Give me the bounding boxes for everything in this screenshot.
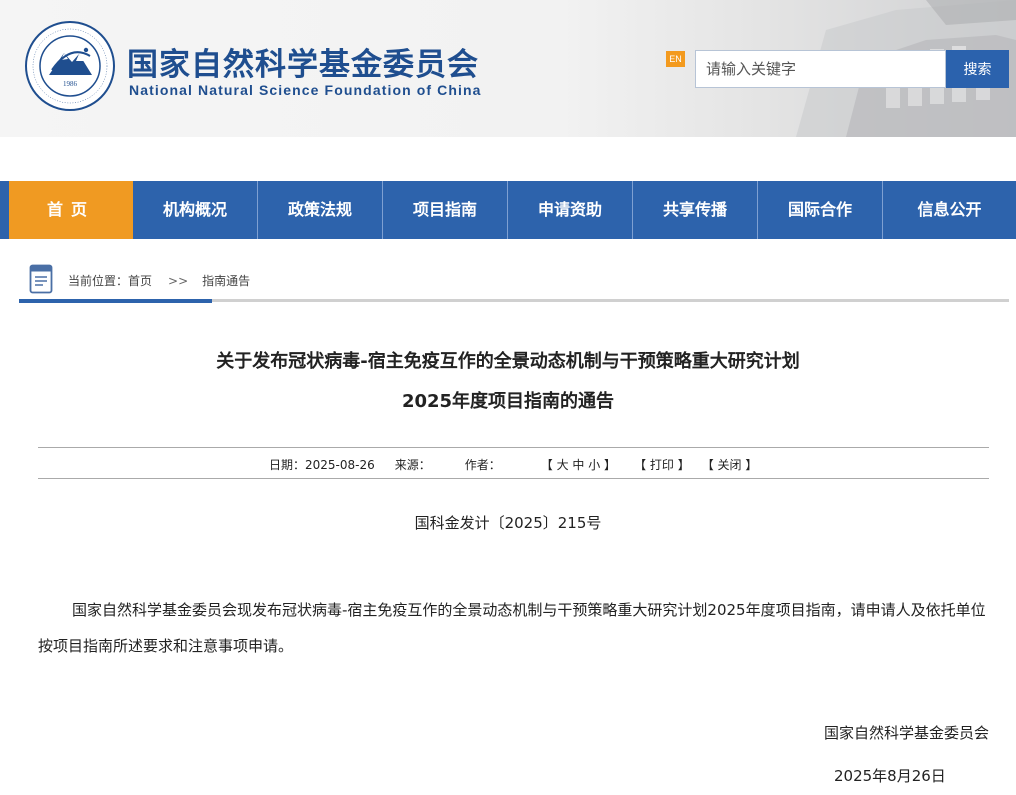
site-header: 1986 国家自然科学基金委员会 National Natural Scienc… — [0, 0, 1016, 137]
breadcrumb: 当前位置：首页 >> 指南通告 — [68, 272, 250, 289]
author-label: 作者： — [464, 458, 501, 472]
nav-item-sharing[interactable]: 共享传播 — [633, 181, 758, 239]
document-number: 国科金发计〔2025〕215号 — [414, 514, 602, 532]
nsfc-logo[interactable]: 1986 — [24, 20, 116, 112]
signature-organization: 国家自然科学基金委员会 — [823, 724, 989, 742]
breadcrumb-prefix: 当前位置： — [68, 274, 129, 288]
article-meta: 日期：2025-08-26 来源： 作者： 【 大 中 小 】 【 打印 】【 关闭 】 — [269, 456, 757, 473]
breadcrumb-home-link[interactable]: 首页 — [128, 274, 152, 288]
logo-year-text: 1986 — [63, 80, 78, 88]
date-label: 日期： — [269, 458, 306, 472]
main-nav: 首页 机构概况 政策法规 项目指南 申请资助 共享传播 国际合作 信息公开 — [0, 181, 1016, 239]
site-title-cn: 国家自然科学基金委员会 — [127, 47, 479, 83]
english-version-button[interactable]: EN — [666, 51, 685, 67]
nav-left-edge — [0, 181, 9, 239]
print-button[interactable]: 【 打印 】 — [634, 456, 690, 473]
source-label: 来源： — [394, 458, 431, 472]
article-body: 国家自然科学基金委员会现发布冠状病毒-宿主免疫互作的全景动态机制与干预策略重大研… — [38, 601, 986, 655]
breadcrumb-divider-accent — [19, 299, 212, 303]
search-button[interactable]: 搜索 — [946, 50, 1009, 88]
nav-item-about[interactable]: 机构概况 — [133, 181, 258, 239]
signature-date: 2025年8月26日 — [834, 767, 946, 785]
breadcrumb-separator: >> — [168, 274, 189, 288]
close-button[interactable]: 【 关闭 】 — [702, 456, 758, 473]
nav-item-disclosure[interactable]: 信息公开 — [883, 181, 1016, 239]
nav-item-apply[interactable]: 申请资助 — [508, 181, 633, 239]
meta-bottom-divider — [38, 478, 989, 479]
nav-item-guides[interactable]: 项目指南 — [383, 181, 508, 239]
breadcrumb-current-link[interactable]: 指南通告 — [202, 274, 250, 288]
meta-top-divider — [38, 447, 989, 448]
article-date: 2025-08-26 — [305, 458, 375, 472]
nav-item-policies[interactable]: 政策法规 — [258, 181, 383, 239]
article-title-line2: 2025年度项目指南的通告 — [401, 391, 615, 412]
search-input[interactable] — [695, 50, 946, 88]
site-title-en: National Natural Science Foundation of C… — [129, 82, 482, 98]
font-size-control[interactable]: 【 大 中 小 】 — [541, 456, 616, 473]
nav-item-international[interactable]: 国际合作 — [758, 181, 883, 239]
document-location-icon — [29, 264, 53, 294]
nav-item-home[interactable]: 首页 — [9, 181, 133, 239]
article-title-line1: 关于发布冠状病毒-宿主免疫互作的全景动态机制与干预策略重大研究计划 — [216, 351, 800, 372]
